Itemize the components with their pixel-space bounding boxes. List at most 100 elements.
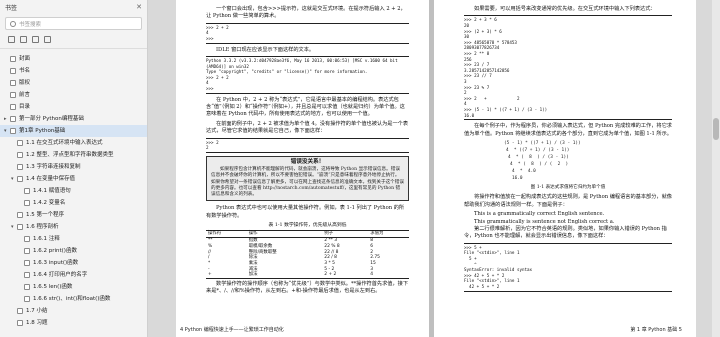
- bookmark-item[interactable]: 1.6.4 打印用户的名字: [0, 269, 147, 281]
- bookmark-icon: [24, 236, 30, 242]
- bookmark-item[interactable]: ▾ 第1章 Python基础: [0, 125, 147, 137]
- bookmark-label: 1.6 程序剖析: [26, 223, 59, 230]
- page-footer: 第 1 章 Python 基础 5: [630, 327, 682, 333]
- vertical-scrollbar[interactable]: [712, 0, 720, 337]
- bookmark-label: 目录: [19, 103, 31, 110]
- bookmark-item[interactable]: ▾ 1.4 在变量中保存值: [0, 173, 147, 185]
- bookmark-icon: [17, 224, 23, 230]
- page-left: 一个窗口会出现，包含>>>提示符，这就是交互式环境。在提示符后输入 2 + 2，…: [176, 0, 429, 337]
- note-title: 错误没关系！: [290, 158, 325, 165]
- table-header: 操作符: [206, 230, 247, 239]
- expand-all-icon[interactable]: [8, 36, 15, 43]
- figure-expression: (5 - 1) * ((7 + 1) / (3 - 1)): [504, 140, 581, 146]
- bookmark-label: 版权: [19, 79, 31, 86]
- bookmark-item[interactable]: 1.6.2 print()函数: [0, 245, 147, 257]
- bookmark-label: 1.4.1 赋值语句: [33, 187, 71, 194]
- bookmark-icon: [10, 128, 16, 134]
- bookmark-label: 1.7 小结: [26, 307, 48, 314]
- table-cell: +: [206, 272, 247, 280]
- figure-expression: 16.0: [512, 175, 523, 181]
- bookmark-icon: [24, 296, 30, 302]
- paragraph: 如果需要，可以用括号来改变通常的优先级。在交互式环境中输入下列表达式：: [474, 6, 656, 12]
- search-placeholder: 书签搜索: [19, 21, 42, 28]
- bookmark-label: 1.1 在交互式环境中输入表达式: [26, 139, 103, 146]
- bookmark-icon: [24, 284, 30, 290]
- example-sentence: This grammatically is sentence not Engli…: [474, 218, 615, 225]
- bookmark-icon: [17, 320, 23, 326]
- bookmark-label: 1.6.4 打印用户的名字: [33, 271, 88, 278]
- bookmark-icon: [10, 92, 16, 98]
- bookmark-label: 1.6.3 input()函数: [33, 259, 79, 266]
- bookmark-item[interactable]: 1.6.1 注释: [0, 233, 147, 245]
- bookmark-item[interactable]: 目录: [0, 101, 147, 113]
- bookmark-item[interactable]: 书名: [0, 65, 147, 77]
- figure-row: 4 * ( 8 ) / ( 2 ): [464, 161, 672, 168]
- bookmark-item[interactable]: 1.6.5 len()函数: [0, 281, 147, 293]
- bookmark-icon: [17, 176, 23, 182]
- paragraph: Python 表达式中也可以使用大量其他操作符。例如，表 1-1 列出了 Pyt…: [206, 205, 405, 219]
- add-bookmark-icon[interactable]: [32, 36, 39, 43]
- page-footer: 4 Python 编程快速上手——让繁琐工作自动化: [180, 327, 284, 333]
- bookmark-item[interactable]: 1.2 整型、浮点型和字符串数据类型: [0, 149, 147, 161]
- bookmark-icon: [24, 188, 30, 194]
- table-header: 求值为: [368, 230, 409, 239]
- scrollbar-thumb[interactable]: [713, 118, 719, 140]
- bookmark-label: 1.6.2 print()函数: [33, 247, 77, 254]
- bookmark-item[interactable]: ▾ 1.6 程序剖析: [0, 221, 147, 233]
- bookmark-item[interactable]: 1.1 在交互式环境中输入表达式: [0, 137, 147, 149]
- code-block: >>> 2 2: [206, 137, 409, 153]
- bookmark-label: 前言: [19, 91, 31, 98]
- bookmark-label: 1.8 习题: [26, 319, 48, 326]
- bookmark-item[interactable]: 1.6.3 input()函数: [0, 257, 147, 269]
- paragraph: 第二行很难解析，因为它不符合英语的规则。类似地，如果你输入错误的 Python …: [464, 225, 667, 240]
- table-title: 表 1-1 数学操作符，优先级从高到低: [268, 223, 347, 229]
- bookmark-icon: [24, 272, 30, 278]
- bookmark-item[interactable]: ▸ 第一部分 Python编程基础: [0, 113, 147, 125]
- bookmark-icon: [24, 248, 30, 254]
- code-block: >>> 2 + 2 4 >>>: [206, 22, 409, 44]
- paragraph: 在每个例子中，作为程序员，你必须输入表达式，但 Python 完成较难的工作，将…: [464, 123, 672, 137]
- paragraph: 数学操作符的操作顺序（也称为“优先级”）与数学中类似。**操作符首先求值，接下来…: [206, 281, 409, 295]
- bookmark-item[interactable]: 1.4.1 赋值语句: [0, 185, 147, 197]
- search-icon: [10, 20, 16, 27]
- figure-caption: 图 1-1 表达式求值将它归约为单个值: [530, 184, 606, 190]
- bookmark-icon: [10, 116, 16, 122]
- bookmark-item[interactable]: 1.3 字符串连接和复制: [0, 161, 147, 173]
- bookmark-icon: [17, 212, 23, 218]
- evaluation-figure: (5 - 1) * ((7 + 1) / (3 - 1)) 4 * ((7 + 1…: [464, 140, 672, 182]
- bookmark-icon: [10, 104, 16, 110]
- bookmark-icon: [10, 68, 16, 74]
- bookmark-list: 封面书名版权前言目录 ▸ 第一部分 Python编程基础 ▾ 第1章 Python基础 1…: [0, 53, 147, 329]
- bookmark-icon: [24, 200, 30, 206]
- close-icon[interactable]: ✕: [136, 3, 142, 11]
- bookmark-item[interactable]: 前言: [0, 89, 147, 101]
- bookmark-icon: [17, 308, 23, 314]
- bookmark-label: 1.2 整型、浮点型和字符串数据类型: [26, 151, 114, 158]
- paragraph: 将操作符和值放在一起构成表达式的这些规则，是 Python 编程语言的基本部分，…: [464, 194, 672, 208]
- bookmark-item[interactable]: 1.8 习题: [0, 317, 147, 329]
- bookmark-label: 1.3 字符串连接和复制: [26, 163, 81, 170]
- operator-table: 操作符 操作 例子 求值为 ** 指数 2 ** 3 8% 取模/取余数 22 % 8 6//整除…: [206, 230, 409, 280]
- code-block: >>> 5 + File "<stdin>", line 1 5 + ^ Syn…: [464, 242, 672, 292]
- table-header: 操作: [246, 230, 323, 239]
- bookmark-label: 第1章 Python基础: [19, 127, 66, 134]
- bookmark-icon: [17, 140, 23, 146]
- collapse-all-icon[interactable]: [20, 36, 27, 43]
- bookmark-label: 1.6.1 注释: [33, 235, 60, 242]
- table-row: + 加法 2 + 24: [206, 272, 409, 280]
- bookmark-item[interactable]: 1.5 第一个程序: [0, 209, 147, 221]
- bookmark-item[interactable]: 版权: [0, 77, 147, 89]
- bookmark-label: 封面: [19, 55, 31, 62]
- sidebar-header: 书签 ✕: [0, 0, 147, 14]
- bookmark-item[interactable]: 封面: [0, 53, 147, 65]
- delete-bookmark-icon[interactable]: [44, 36, 51, 43]
- bookmark-search-input[interactable]: 书签搜索: [5, 17, 142, 30]
- figure-row: 4 * 4.0: [464, 168, 672, 175]
- figure-row: (5 - 1) * ((7 + 1) / (3 - 1)): [464, 140, 672, 147]
- bookmark-item[interactable]: 1.6.6 str()、int()和float()函数: [0, 293, 147, 305]
- bookmark-label: 1.6.5 len()函数: [33, 283, 73, 290]
- bookmark-item[interactable]: 1.4.2 变量名: [0, 197, 147, 209]
- page-right: 如果需要，可以用括号来改变通常的优先级。在交互式环境中输入下列表达式： >>> …: [434, 0, 696, 337]
- figure-expression: 4 * 4.0: [512, 168, 536, 174]
- bookmark-item[interactable]: 1.7 小结: [0, 305, 147, 317]
